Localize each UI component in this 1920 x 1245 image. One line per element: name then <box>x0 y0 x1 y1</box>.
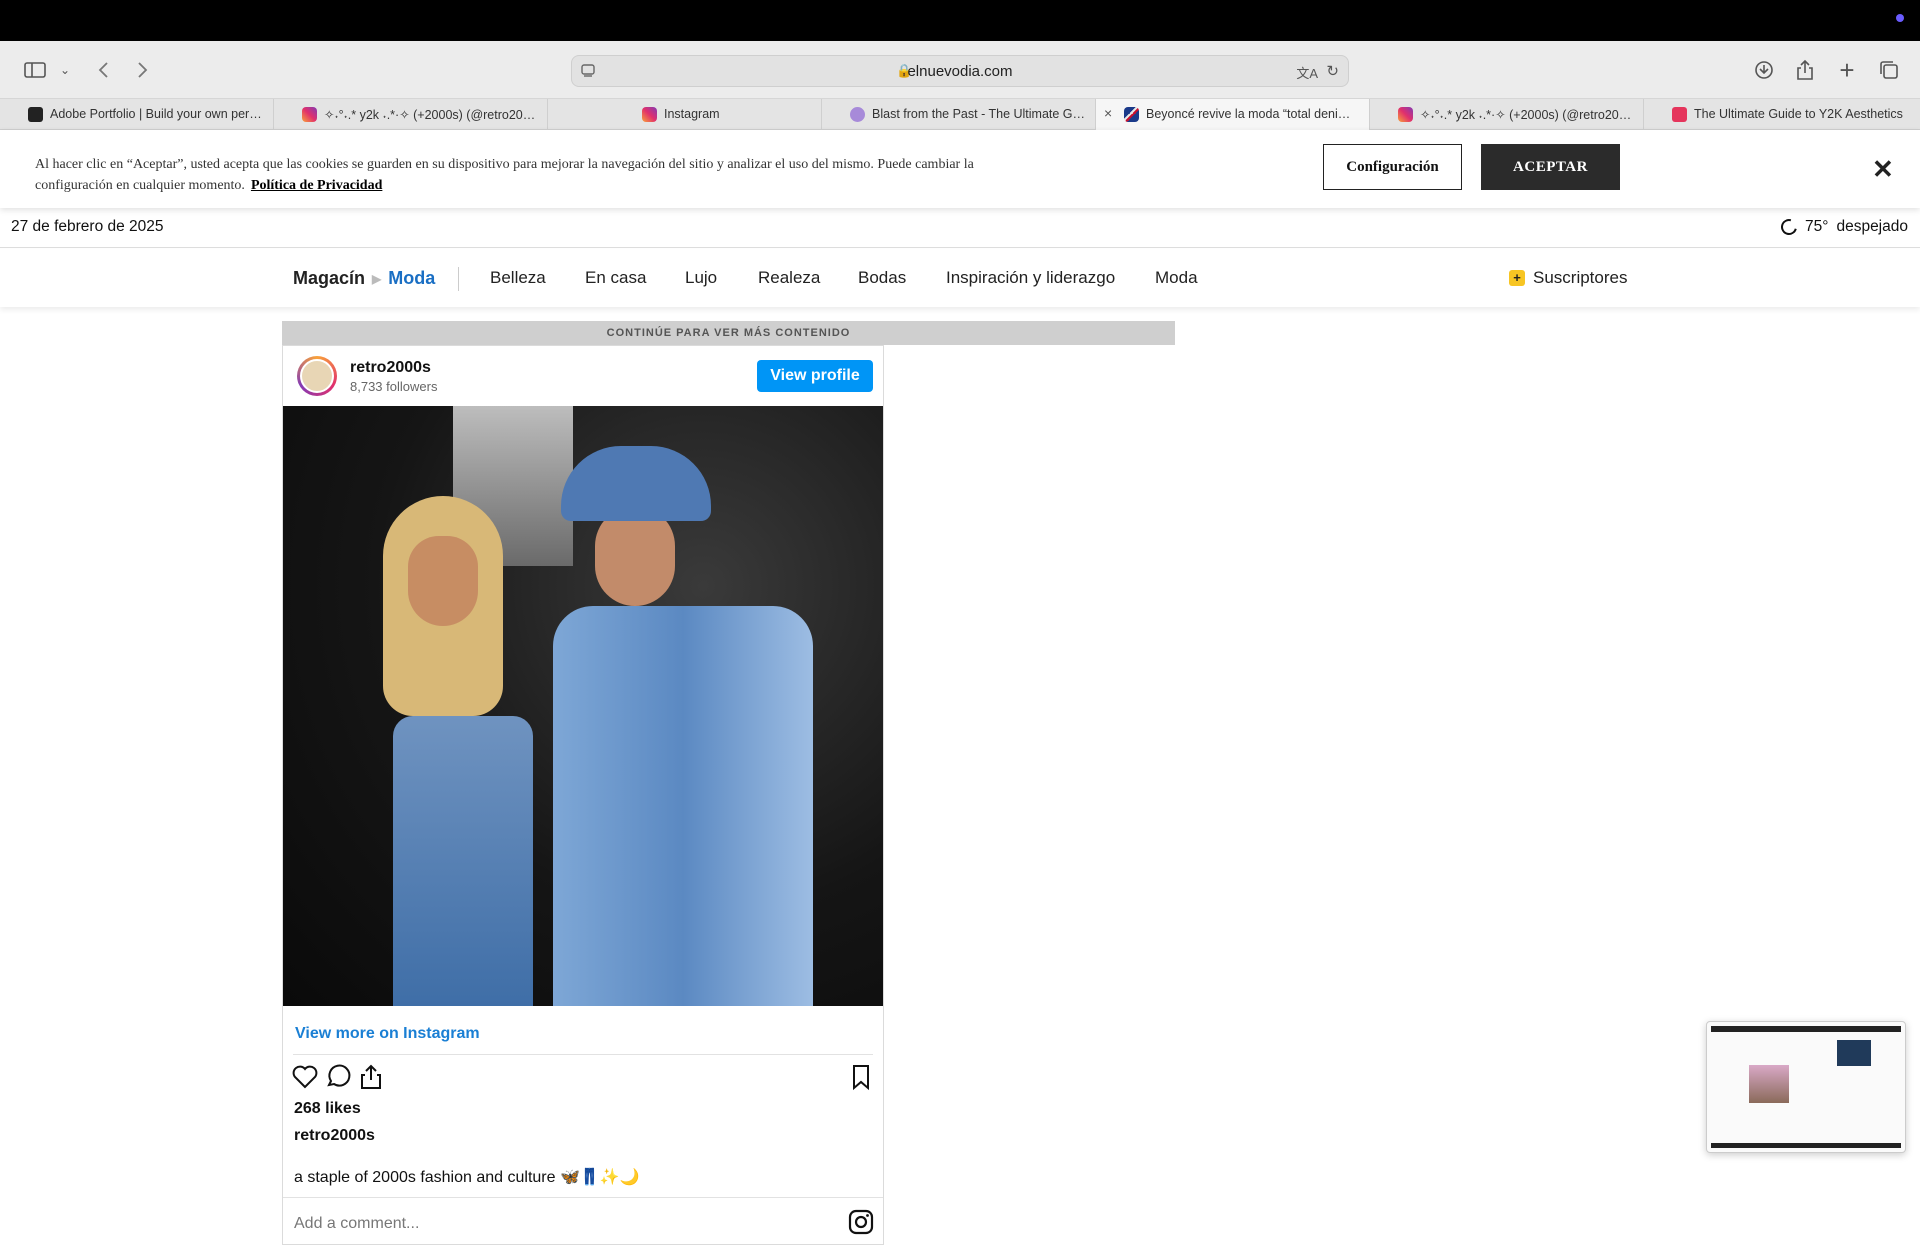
continue-reading-bar[interactable]: CONTINÚE PARA VER MÁS CONTENIDO <box>282 321 1175 345</box>
avatar[interactable] <box>297 356 337 396</box>
caption-username[interactable]: retro2000s <box>294 1127 375 1145</box>
uk-flag-icon <box>1124 107 1139 122</box>
tab-overview-icon[interactable] <box>1874 55 1904 85</box>
tab-title: ✧˖°˖.* y2k ˖.*·✧ (+2000s) (@retro20… <box>324 108 536 122</box>
current-date: 27 de febrero de 2025 <box>11 218 164 235</box>
tab-instagram-retro-2[interactable]: ✧˖°˖.* y2k ˖.*·✧ (+2000s) (@retro20… <box>1370 99 1644 130</box>
weather-condition: despejado <box>1836 218 1908 235</box>
instagram-embed: retro2000s 8,733 followers View profile … <box>282 345 884 1245</box>
translate-icon[interactable]: 文A <box>1296 63 1318 82</box>
post-caption: a staple of 2000s fashion and culture 🦋👖… <box>294 1169 640 1186</box>
nav-item-realeza[interactable]: Realeza <box>758 268 820 288</box>
instagram-icon[interactable] <box>847 1208 875 1236</box>
url-text[interactable]: elnuevodia.com <box>572 63 1348 80</box>
tab-title: The Ultimate Guide to Y2K Aesthetics <box>1694 107 1903 121</box>
tab-adobe-portfolio[interactable]: Adobe Portfolio | Build your own per… <box>0 99 274 130</box>
add-comment-input[interactable]: Add a comment... <box>294 1215 419 1233</box>
plus-icon: + <box>1509 270 1525 286</box>
view-profile-button[interactable]: View profile <box>757 360 873 392</box>
instagram-icon <box>642 107 657 122</box>
back-icon[interactable] <box>88 55 118 85</box>
tab-beyonce-active[interactable]: × Beyoncé revive la moda “total deni… <box>1096 99 1370 130</box>
nav-item-en-casa[interactable]: En casa <box>585 268 646 288</box>
nav-divider <box>458 267 459 291</box>
share-icon[interactable] <box>1790 55 1820 85</box>
tab-title: Adobe Portfolio | Build your own per… <box>50 107 262 121</box>
tab-title: Instagram <box>664 107 720 121</box>
chevron-down-icon[interactable]: ⌄ <box>50 55 80 85</box>
tab-y2k-guide[interactable]: The Ultimate Guide to Y2K Aesthetics <box>1644 99 1918 130</box>
follower-count: 8,733 followers <box>350 379 438 394</box>
view-more-link[interactable]: View more on Instagram <box>295 1025 480 1043</box>
tab-instagram-retro[interactable]: ✧˖°˖.* y2k ˖.*·✧ (+2000s) (@retro20… <box>274 99 548 130</box>
new-tab-icon[interactable]: + <box>1832 55 1862 85</box>
date-weather-bar: 27 de febrero de 2025 75° despejado <box>0 208 1920 248</box>
tab-bar: Adobe Portfolio | Build your own per… ✧˖… <box>0 99 1920 130</box>
moon-icon <box>1778 216 1800 238</box>
reload-icon[interactable]: ↻ <box>1326 62 1339 80</box>
nav-item-bodas[interactable]: Bodas <box>858 268 906 288</box>
system-menu-bar <box>0 0 1920 41</box>
tab-title: ✧˖°˖.* y2k ˖.*·✧ (+2000s) (@retro20… <box>1420 108 1632 122</box>
instagram-icon <box>302 107 317 122</box>
like-count: 268 likes <box>294 1100 361 1117</box>
forward-icon[interactable] <box>128 55 158 85</box>
nav-item-inspiracion[interactable]: Inspiración y liderazgo <box>946 268 1115 288</box>
breadcrumb: Magacín ▶ Moda <box>293 268 435 289</box>
subscribers-label: Suscriptores <box>1533 268 1628 287</box>
weather: 75° despejado <box>1778 216 1908 238</box>
breadcrumb-arrow-icon: ▶ <box>372 271 382 286</box>
browser-toolbar: ⌄ 🔒 elnuevodia.com 文A ↻ + <box>0 41 1920 99</box>
divider <box>283 1197 883 1198</box>
configuration-button[interactable]: Configuración <box>1323 144 1462 190</box>
breadcrumb-section[interactable]: Magacín <box>293 268 365 289</box>
tab-title: Blast from the Past - The Ultimate G… <box>872 107 1086 121</box>
heart-icon[interactable] <box>291 1063 319 1091</box>
address-bar[interactable]: 🔒 elnuevodia.com 文A ↻ <box>571 55 1349 87</box>
cookie-message: Al hacer clic en “Aceptar”, usted acepta… <box>35 157 974 193</box>
adobe-portfolio-icon <box>28 107 43 122</box>
blast-icon <box>850 107 865 122</box>
cookie-banner: Al hacer clic en “Aceptar”, usted acepta… <box>0 130 1920 208</box>
instagram-icon <box>1398 107 1413 122</box>
tab-instagram[interactable]: Instagram <box>548 99 822 130</box>
instagram-username[interactable]: retro2000s <box>350 359 431 377</box>
tab-blast-from-past[interactable]: Blast from the Past - The Ultimate G… <box>822 99 1096 130</box>
divider <box>293 1054 873 1055</box>
accept-button[interactable]: ACEPTAR <box>1481 144 1620 190</box>
close-tab-icon[interactable]: × <box>1104 105 1112 121</box>
temperature: 75° <box>1805 218 1829 235</box>
close-icon[interactable]: ✕ <box>1872 154 1894 185</box>
nav-item-belleza[interactable]: Belleza <box>490 268 546 288</box>
section-nav: Magacín ▶ Moda Belleza En casa Lujo Real… <box>0 249 1920 307</box>
bookmark-icon[interactable] <box>847 1063 875 1091</box>
comment-icon[interactable] <box>324 1063 352 1091</box>
screenshot-thumbnail[interactable] <box>1706 1021 1906 1153</box>
breadcrumb-current[interactable]: Moda <box>388 268 435 289</box>
tab-title: Beyoncé revive la moda “total deni… <box>1146 107 1351 121</box>
cookie-text: Al hacer clic en “Aceptar”, usted acepta… <box>35 154 1025 196</box>
nav-item-lujo[interactable]: Lujo <box>685 268 717 288</box>
subscribers-link[interactable]: + Suscriptores <box>1509 268 1627 288</box>
nav-item-moda[interactable]: Moda <box>1155 268 1198 288</box>
download-icon[interactable] <box>1749 55 1779 85</box>
status-dot <box>1896 14 1904 22</box>
privacy-policy-link[interactable]: Política de Privacidad <box>251 178 382 193</box>
she-icon <box>1672 107 1687 122</box>
share-icon[interactable] <box>357 1063 385 1091</box>
sidebar-toggle-icon[interactable] <box>20 55 50 85</box>
post-photo[interactable] <box>283 406 883 1006</box>
